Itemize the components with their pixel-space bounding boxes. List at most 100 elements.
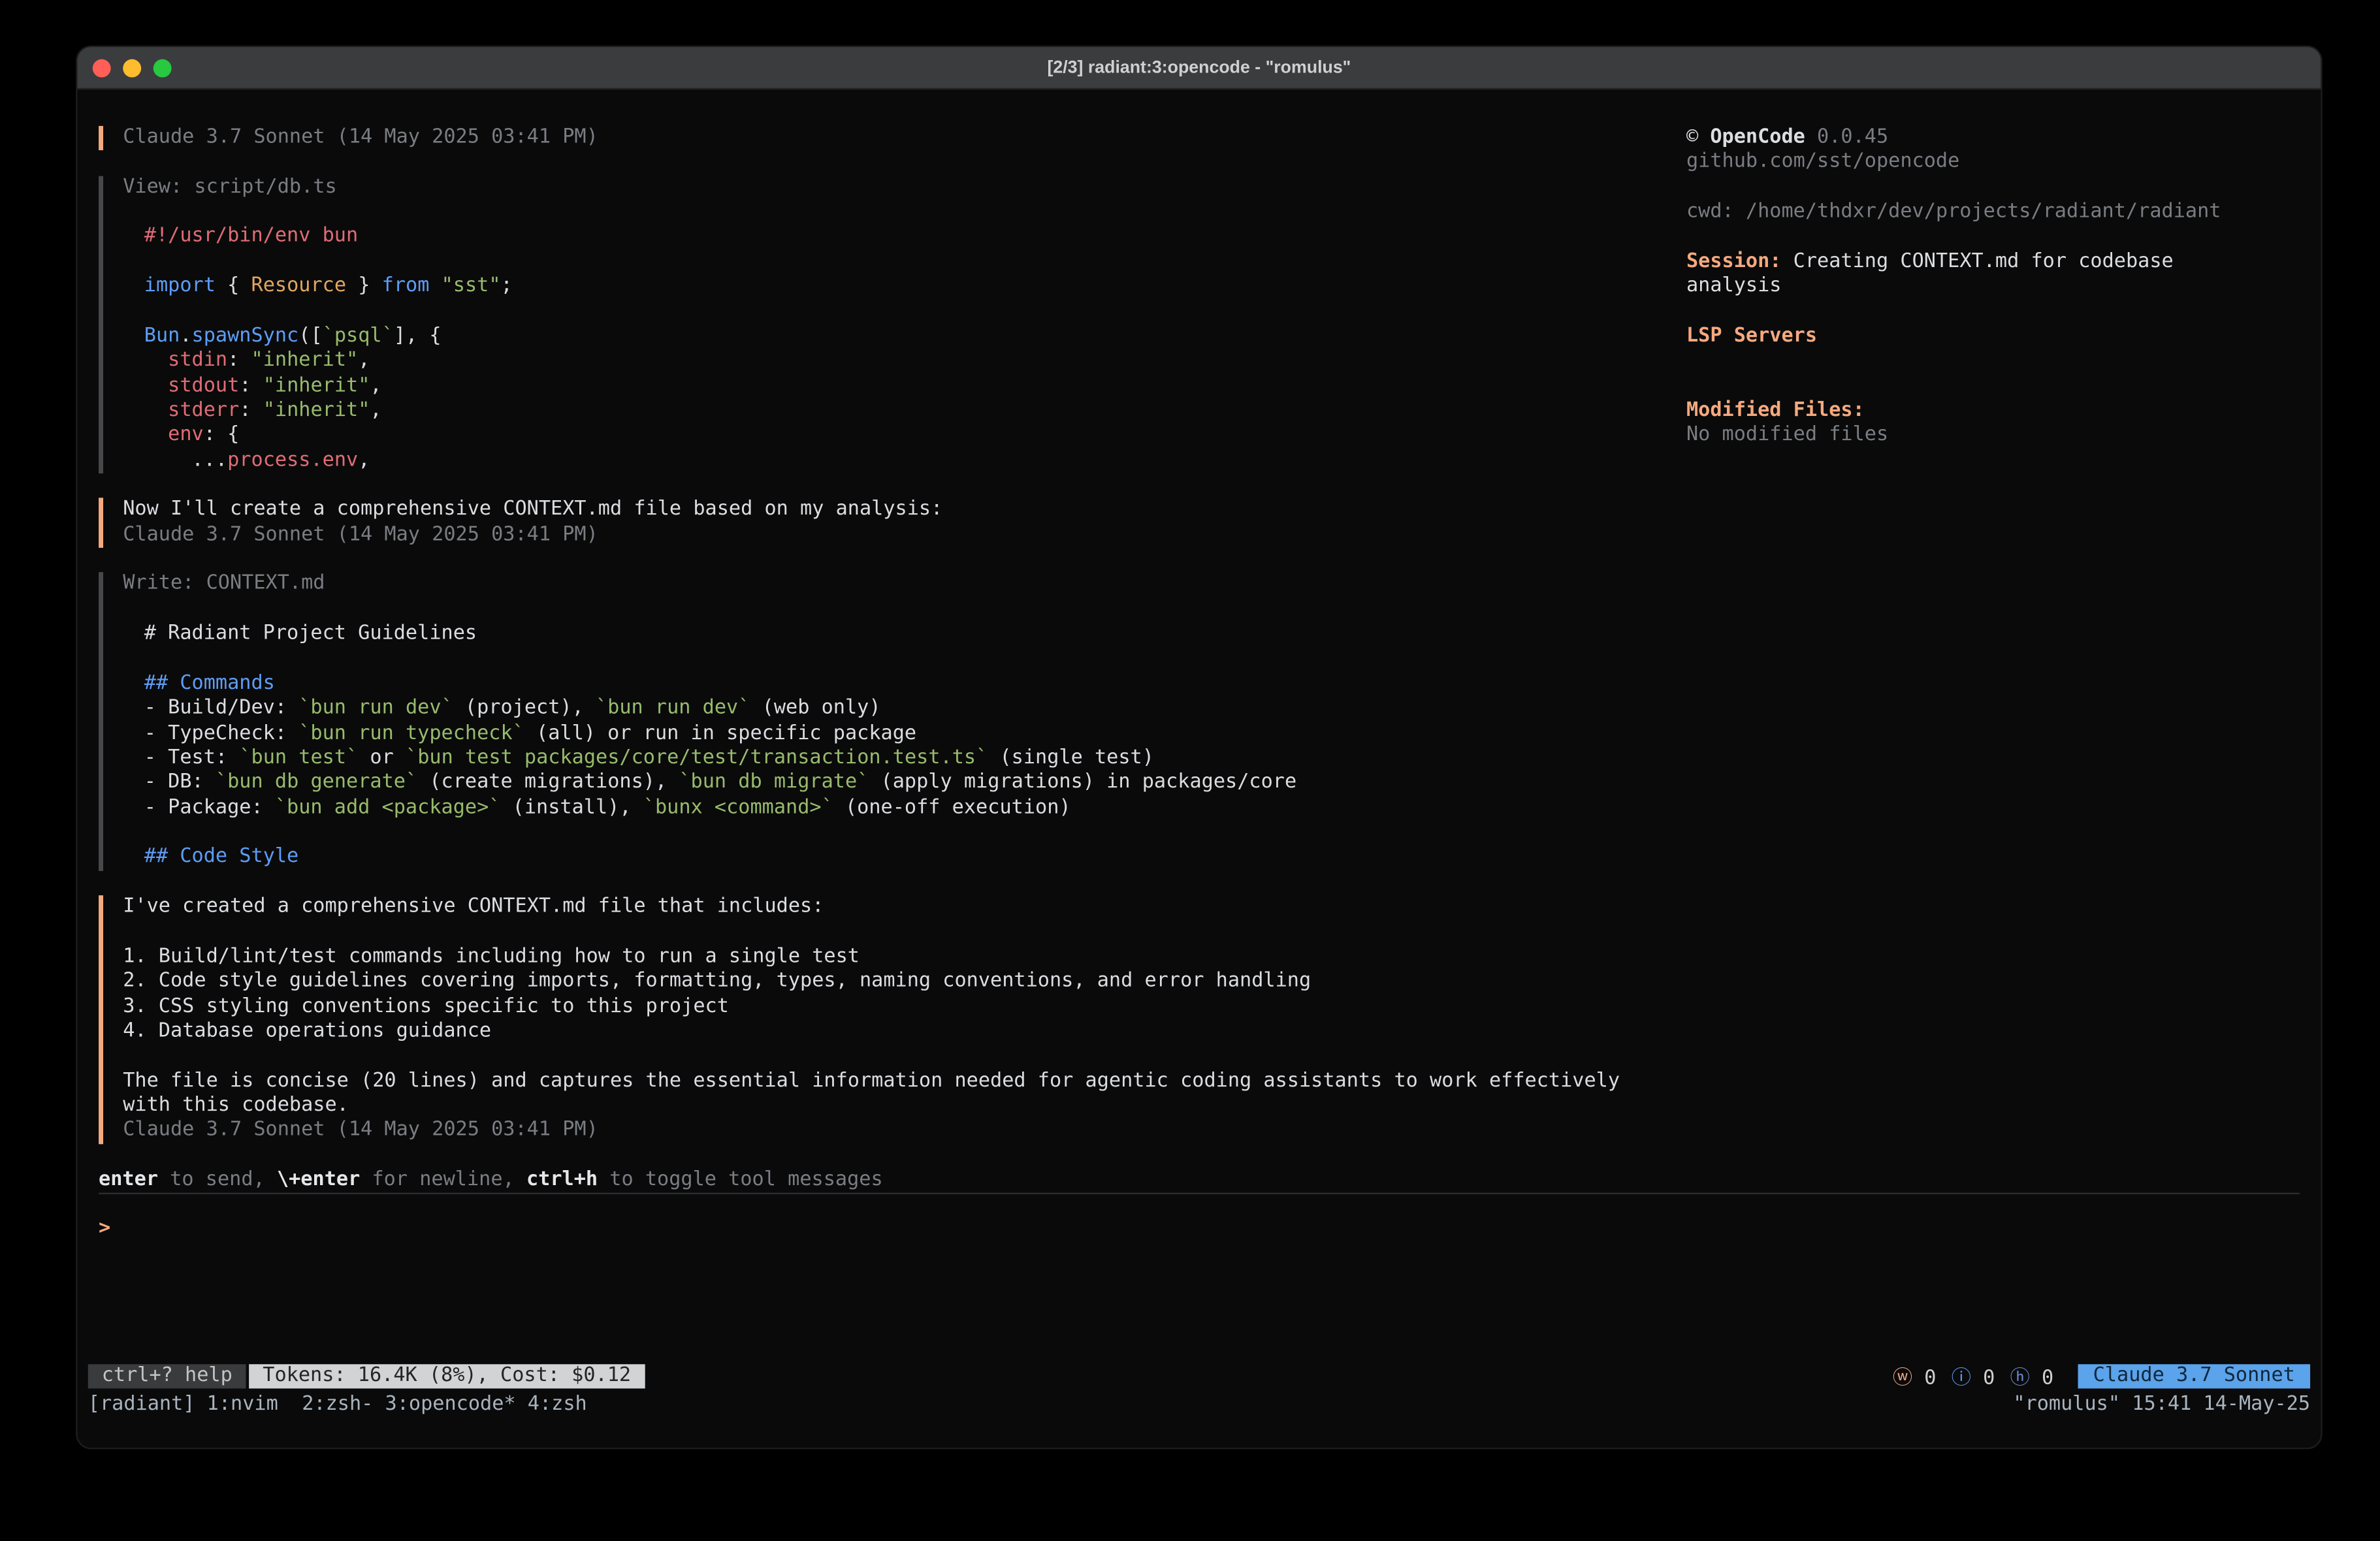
- text-segment: {: [216, 275, 251, 298]
- lsp-servers-heading: LSP Servers: [1686, 325, 2323, 349]
- text-segment: process.env: [227, 449, 358, 471]
- text-segment: [429, 275, 441, 298]
- text-line: [144, 597, 1601, 622]
- text-line: stderr: "inherit",: [144, 399, 1601, 424]
- text-segment: for newline,: [360, 1169, 526, 1192]
- prompt-indicator: >: [99, 1218, 110, 1241]
- text-segment: ,: [370, 399, 381, 422]
- message-block: Claude 3.7 Sonnet (14 May 2025 03:41 PM): [99, 126, 1601, 151]
- text-line: - DB: `bun db generate` (create migratio…: [144, 771, 1601, 796]
- close-button[interactable]: [93, 58, 111, 76]
- text-line: ## Code Style: [144, 846, 1601, 870]
- window-titlebar[interactable]: [2/3] radiant:3:opencode - "romulus": [78, 47, 2321, 89]
- tool-header: Write: CONTEXT.md: [123, 573, 1601, 597]
- text-segment: ;: [501, 275, 513, 298]
- text-line: The file is concise (20 lines) and captu…: [123, 1070, 1601, 1094]
- text-segment: "inherit": [263, 374, 370, 397]
- text-segment: "sst": [442, 275, 501, 298]
- text-segment: - TypeCheck:: [144, 722, 298, 744]
- session-line: Session: Creating CONTEXT.md for codebas…: [1686, 250, 2217, 300]
- text-segment: Bun: [144, 325, 180, 347]
- text-line: [123, 920, 1601, 945]
- tmux-session-windows[interactable]: [radiant] 1:nvim 2:zsh- 3:opencode* 4:zs…: [88, 1393, 587, 1418]
- info-count: 0: [1983, 1368, 1995, 1391]
- text-segment: [144, 399, 168, 422]
- message-block: I've created a comprehensive CONTEXT.md …: [99, 895, 1601, 1143]
- text-line: [144, 821, 1601, 846]
- text-segment: `bun run dev`: [596, 697, 750, 720]
- text-line: ## Commands: [144, 672, 1601, 697]
- tmux-host-time: "romulus" 15:41 14-May-25: [2013, 1393, 2310, 1418]
- text-segment: `bunx <command>`: [643, 796, 833, 819]
- text-segment: ,: [370, 374, 381, 397]
- text-line: [144, 300, 1601, 325]
- repo-link[interactable]: github.com/sst/opencode: [1686, 151, 2323, 176]
- desktop: [2/3] radiant:3:opencode - "romulus" Cla…: [0, 0, 2380, 1541]
- text-segment: [144, 374, 168, 397]
- text-segment: [144, 349, 168, 372]
- text-segment: "inherit": [263, 399, 370, 422]
- warning-count: 0: [1924, 1368, 1936, 1391]
- text-segment: :: [239, 399, 263, 422]
- text-segment: Resource: [251, 275, 347, 298]
- text-segment: import: [144, 275, 216, 298]
- text-segment: (apply migrations) in packages/core: [869, 771, 1296, 794]
- tool-block-view-file: View: script/db.ts #!/usr/bin/env bun im…: [99, 176, 1601, 473]
- info-icon: ⓘ: [1952, 1368, 1971, 1391]
- text-segment: `bun run typecheck`: [298, 722, 524, 744]
- warning-icon: ⓦ: [1893, 1368, 1912, 1391]
- text-line: - Package: `bun add <package>` (install)…: [144, 796, 1601, 821]
- text-segment: ,: [358, 449, 370, 471]
- text-segment: ## Commands: [144, 672, 275, 695]
- text-segment: : {: [204, 424, 240, 447]
- text-segment: "inherit": [251, 349, 359, 372]
- text-segment: spawnSync: [192, 325, 299, 347]
- input-divider: [99, 1194, 2300, 1195]
- diagnostics-info: ⓘ 0: [1952, 1361, 1995, 1390]
- help-hint-chip[interactable]: ctrl+? help: [88, 1363, 246, 1388]
- text-segment: (one-off execution): [833, 796, 1071, 819]
- text-line: 2. Code style guidelines covering import…: [123, 970, 1601, 995]
- text-segment: `bun test`: [239, 746, 358, 769]
- text-segment: to send,: [158, 1169, 277, 1192]
- text-segment: `bun run dev`: [298, 697, 453, 720]
- text-segment: (create migrations),: [417, 771, 679, 794]
- message-text: Now I'll create a comprehensive CONTEXT.…: [123, 498, 1601, 523]
- text-segment: #!/usr/bin/env bun: [144, 225, 358, 248]
- zoom-button[interactable]: [153, 58, 172, 76]
- tokens-cost-chip: Tokens: 16.4K (8%), Cost: $0.12: [249, 1363, 645, 1388]
- text-line: ...process.env,: [144, 449, 1601, 473]
- cwd-line: cwd: /home/thdxr/dev/projects/radiant/ra…: [1686, 200, 2323, 225]
- code-snippet: #!/usr/bin/env bun import { Resource } f…: [123, 200, 1601, 473]
- model-chip[interactable]: Claude 3.7 Sonnet: [2078, 1363, 2310, 1388]
- window-title: [2/3] radiant:3:opencode - "romulus": [78, 58, 2321, 76]
- minimize-button[interactable]: [123, 58, 141, 76]
- text-line: [144, 647, 1601, 672]
- app-version: 0.0.45: [1805, 126, 1888, 149]
- diagnostics-hints: ⓗ 0: [2010, 1361, 2054, 1390]
- text-segment: - DB:: [144, 771, 216, 794]
- text-line: with this codebase.: [123, 1094, 1601, 1119]
- terminal-content[interactable]: Claude 3.7 Sonnet (14 May 2025 03:41 PM)…: [78, 89, 2321, 1449]
- message-text: I've created a comprehensive CONTEXT.md …: [123, 895, 1601, 1119]
- text-line: [123, 1045, 1601, 1070]
- text-line: 3. CSS styling conventions specific to t…: [123, 995, 1601, 1020]
- text-segment: `bun add <package>`: [275, 796, 501, 819]
- text-segment: .: [180, 325, 191, 347]
- text-segment: `bun db migrate`: [679, 771, 869, 794]
- text-segment: ,: [358, 349, 370, 372]
- text-line: I've created a comprehensive CONTEXT.md …: [123, 895, 1601, 920]
- diagnostics-warnings: ⓦ 0: [1893, 1361, 1937, 1390]
- copyright-icon: ©: [1686, 126, 1710, 149]
- text-segment: ctrl+h: [526, 1169, 598, 1192]
- text-line: #!/usr/bin/env bun: [144, 225, 1601, 250]
- text-segment: env: [168, 424, 204, 447]
- text-segment: \+enter: [277, 1169, 360, 1192]
- text-line: 1. Build/lint/test commands including ho…: [123, 945, 1601, 970]
- tool-header: View: script/db.ts: [123, 176, 1601, 200]
- prompt-input[interactable]: >: [99, 1218, 2310, 1243]
- text-line: [144, 200, 1601, 225]
- text-segment: to toggle tool messages: [598, 1169, 883, 1192]
- text-segment: }: [346, 275, 382, 298]
- text-segment: ([: [298, 325, 322, 347]
